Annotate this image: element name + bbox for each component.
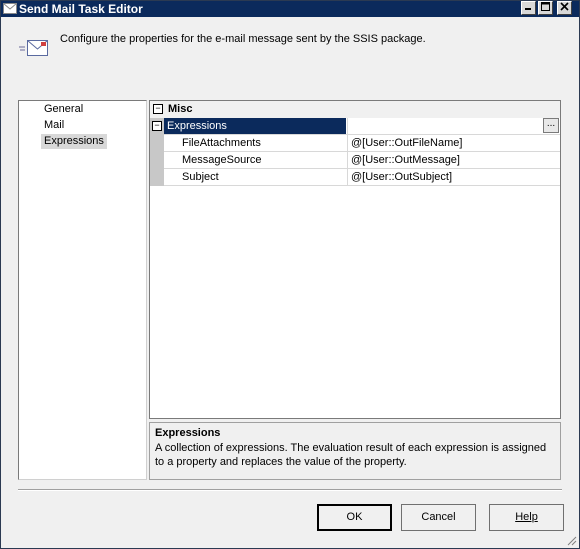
minimize-button[interactable] <box>521 1 536 15</box>
property-name[interactable]: MessageSource <box>164 152 346 168</box>
nav-item-expressions[interactable]: Expressions <box>41 134 107 149</box>
window-title: Send Mail Task Editor <box>19 2 143 16</box>
close-icon <box>560 2 569 11</box>
send-mail-task-editor-window: Send Mail Task Editor Configure the prop… <box>0 0 580 549</box>
maximize-button[interactable] <box>538 1 553 15</box>
row-gutter <box>150 152 164 169</box>
property-row-messagesource[interactable]: MessageSource @[User::OutMessage] <box>150 152 560 169</box>
property-row-subject[interactable]: Subject @[User::OutSubject] <box>150 169 560 186</box>
close-button[interactable] <box>557 1 572 15</box>
help-button[interactable]: Help <box>489 504 564 531</box>
property-name[interactable]: Subject <box>164 169 346 185</box>
title-bar[interactable]: Send Mail Task Editor <box>1 1 579 17</box>
property-name[interactable]: FileAttachments <box>164 135 346 151</box>
expressions-value-cell[interactable]: ... <box>347 118 560 134</box>
category-label: Misc <box>168 103 193 115</box>
category-row-misc: − Misc <box>150 101 560 118</box>
property-value[interactable]: @[User::OutFileName] <box>347 135 560 151</box>
expressions-ellipsis-button[interactable]: ... <box>543 118 559 133</box>
expressions-name-cell[interactable]: Expressions <box>164 118 346 134</box>
email-envelope-icon <box>19 40 48 56</box>
property-row-fileattachments[interactable]: FileAttachments @[User::OutFileName] <box>150 135 560 152</box>
collapse-expressions-icon[interactable]: − <box>152 121 162 131</box>
header-description: Configure the properties for the e-mail … <box>60 33 426 45</box>
expressions-row[interactable]: − Expressions ... <box>150 118 560 135</box>
row-gutter <box>150 135 164 152</box>
separator-line <box>18 489 562 491</box>
row-gutter <box>150 169 164 186</box>
mail-icon <box>3 3 17 14</box>
cancel-button[interactable]: Cancel <box>401 504 476 531</box>
minimize-icon <box>525 8 531 10</box>
property-description-panel: Expressions A collection of expressions.… <box>149 422 561 480</box>
description-text: A collection of expressions. The evaluat… <box>155 442 547 468</box>
collapse-misc-icon[interactable]: − <box>153 104 163 114</box>
ok-button[interactable]: OK <box>317 504 392 531</box>
maximize-icon <box>541 2 550 11</box>
row-gutter: − <box>150 118 164 135</box>
property-value[interactable]: @[User::OutMessage] <box>347 152 560 168</box>
nav-item-mail[interactable]: Mail <box>41 118 67 133</box>
nav-item-general[interactable]: General <box>41 102 86 117</box>
resize-grip-icon[interactable] <box>565 534 577 546</box>
page-navigation-list: General Mail Expressions <box>18 100 147 480</box>
property-value[interactable]: @[User::OutSubject] <box>347 169 560 185</box>
description-title: Expressions <box>155 427 221 439</box>
property-grid: − Misc − Expressions ... FileAttachments… <box>149 100 561 419</box>
